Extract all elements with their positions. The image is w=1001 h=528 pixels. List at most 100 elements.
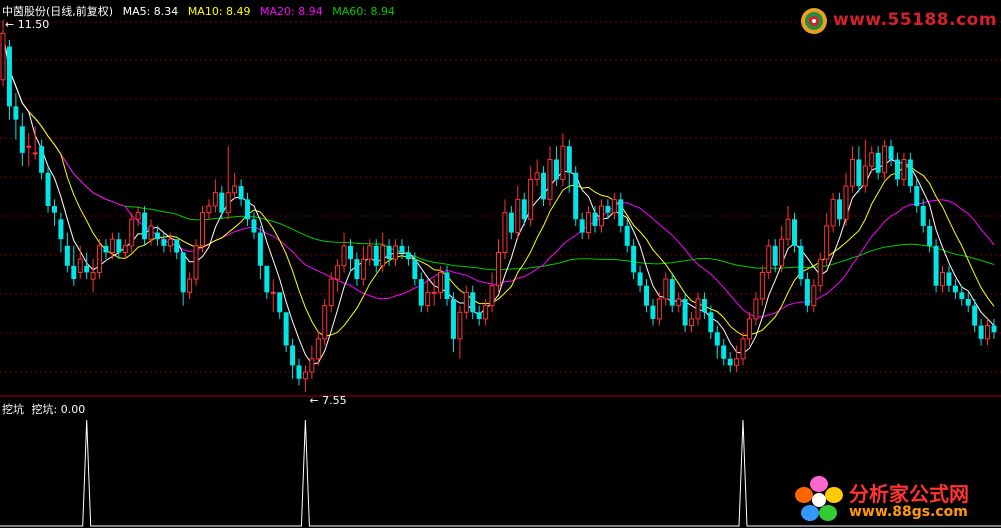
candle <box>547 146 553 206</box>
ma20-value: MA20: 8.94 <box>260 5 323 18</box>
candle <box>174 239 180 260</box>
candle-body <box>952 285 958 293</box>
candle-body <box>84 265 90 273</box>
candle <box>560 132 566 187</box>
candle-body <box>560 145 566 180</box>
candle-body <box>650 305 656 319</box>
candle-body <box>347 245 353 260</box>
candle <box>515 186 521 240</box>
candle <box>103 239 109 260</box>
candle-body <box>405 252 411 260</box>
candle <box>907 152 913 193</box>
candle <box>283 312 289 353</box>
candle <box>309 345 315 379</box>
candle <box>573 166 579 226</box>
candle-body <box>51 206 57 213</box>
candle-body <box>978 325 984 339</box>
candle-body <box>972 305 978 326</box>
candle-body <box>187 278 193 293</box>
candle-body <box>251 219 257 233</box>
candle-body <box>579 219 585 233</box>
candle-body <box>837 199 843 220</box>
candle <box>199 206 205 253</box>
candle <box>624 219 630 253</box>
candle <box>180 252 186 306</box>
candle <box>663 272 669 306</box>
candle <box>508 206 514 240</box>
candle <box>444 265 450 306</box>
candle-body <box>882 145 888 174</box>
candle-body <box>869 152 875 167</box>
candle <box>470 285 476 319</box>
candle <box>592 206 598 233</box>
candle <box>804 272 810 313</box>
candle-body <box>77 258 83 273</box>
candle-body <box>225 192 231 214</box>
candle-body <box>759 271 765 300</box>
candle <box>991 318 997 339</box>
candle <box>985 318 991 346</box>
candle <box>843 172 849 226</box>
watermark-bottom-url: www.88gs.com <box>849 504 968 520</box>
candle <box>167 232 173 253</box>
candle-body <box>708 312 714 333</box>
candle <box>927 219 933 253</box>
candle <box>418 272 424 313</box>
candle <box>347 239 353 273</box>
candle <box>77 245 83 280</box>
candle <box>875 146 881 180</box>
candle <box>862 139 868 193</box>
ma5-value: MA5: 8.34 <box>122 5 179 18</box>
candle-body <box>631 245 637 273</box>
candle-body <box>785 218 791 240</box>
candle <box>894 152 900 187</box>
candle-body <box>817 258 823 287</box>
ma60-value: MA60: 8.94 <box>332 5 395 18</box>
candle <box>6 39 12 120</box>
candle <box>901 152 907 187</box>
candle-body <box>695 298 701 320</box>
candle-body <box>199 212 205 247</box>
ma10-value: MA10: 8.49 <box>187 5 251 18</box>
candle-body <box>367 245 373 260</box>
candle-body <box>97 245 103 273</box>
candle <box>238 179 244 206</box>
candle <box>90 259 96 293</box>
candle <box>933 239 939 293</box>
candle-body <box>914 186 920 206</box>
candle-body <box>309 358 315 373</box>
candle <box>71 245 77 286</box>
candle-body <box>412 259 418 280</box>
candle-body <box>618 199 624 226</box>
candle-body <box>894 159 900 180</box>
candle-body <box>792 219 798 246</box>
candle-body <box>341 245 347 267</box>
candle-body <box>283 312 289 346</box>
candle-body <box>328 278 334 307</box>
candle <box>746 312 752 346</box>
candle-body <box>109 238 115 253</box>
candle <box>257 225 263 280</box>
candle-body <box>13 106 19 120</box>
candle-body <box>849 159 855 187</box>
candle-body <box>264 265 270 293</box>
candle-body <box>122 245 128 254</box>
candle <box>13 93 19 140</box>
candle-body <box>901 159 907 180</box>
candle <box>695 292 701 326</box>
candle <box>869 146 875 173</box>
candle-body <box>245 199 251 220</box>
candle <box>450 292 456 353</box>
candle-body <box>476 312 482 319</box>
candle-body <box>753 298 759 320</box>
candle <box>618 192 624 233</box>
candle <box>952 279 958 299</box>
candle <box>219 186 225 220</box>
candle <box>586 206 592 240</box>
candle <box>759 265 765 306</box>
candle-body <box>669 279 675 306</box>
candle-body <box>290 345 296 366</box>
candle <box>817 252 823 293</box>
candle <box>779 225 785 273</box>
candle-body <box>154 232 160 240</box>
